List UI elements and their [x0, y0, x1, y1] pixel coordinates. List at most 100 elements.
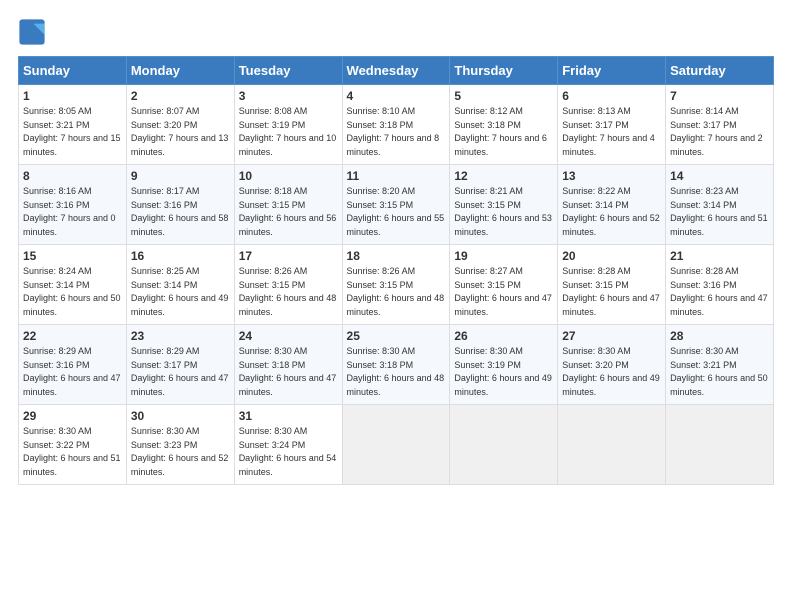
calendar-table: SundayMondayTuesdayWednesdayThursdayFrid…	[18, 56, 774, 485]
day-number: 23	[131, 329, 230, 343]
col-header-sunday: Sunday	[19, 57, 127, 85]
day-info: Sunrise: 8:13 AM Sunset: 3:17 PM Dayligh…	[562, 105, 661, 159]
day-number: 10	[239, 169, 338, 183]
day-info: Sunrise: 8:30 AM Sunset: 3:21 PM Dayligh…	[670, 345, 769, 399]
day-cell: 24 Sunrise: 8:30 AM Sunset: 3:18 PM Dayl…	[234, 325, 342, 405]
col-header-saturday: Saturday	[666, 57, 774, 85]
day-cell: 1 Sunrise: 8:05 AM Sunset: 3:21 PM Dayli…	[19, 85, 127, 165]
day-number: 26	[454, 329, 553, 343]
day-number: 13	[562, 169, 661, 183]
day-number: 1	[23, 89, 122, 103]
day-info: Sunrise: 8:26 AM Sunset: 3:15 PM Dayligh…	[239, 265, 338, 319]
day-info: Sunrise: 8:30 AM Sunset: 3:18 PM Dayligh…	[239, 345, 338, 399]
day-number: 18	[347, 249, 446, 263]
week-row-1: 1 Sunrise: 8:05 AM Sunset: 3:21 PM Dayli…	[19, 85, 774, 165]
day-number: 24	[239, 329, 338, 343]
day-info: Sunrise: 8:20 AM Sunset: 3:15 PM Dayligh…	[347, 185, 446, 239]
day-cell: 10 Sunrise: 8:18 AM Sunset: 3:15 PM Dayl…	[234, 165, 342, 245]
day-number: 19	[454, 249, 553, 263]
day-cell	[450, 405, 558, 485]
week-row-3: 15 Sunrise: 8:24 AM Sunset: 3:14 PM Dayl…	[19, 245, 774, 325]
day-number: 17	[239, 249, 338, 263]
day-number: 2	[131, 89, 230, 103]
day-cell: 27 Sunrise: 8:30 AM Sunset: 3:20 PM Dayl…	[558, 325, 666, 405]
day-cell: 2 Sunrise: 8:07 AM Sunset: 3:20 PM Dayli…	[126, 85, 234, 165]
day-number: 21	[670, 249, 769, 263]
day-info: Sunrise: 8:30 AM Sunset: 3:19 PM Dayligh…	[454, 345, 553, 399]
day-number: 28	[670, 329, 769, 343]
day-number: 4	[347, 89, 446, 103]
day-cell: 17 Sunrise: 8:26 AM Sunset: 3:15 PM Dayl…	[234, 245, 342, 325]
day-info: Sunrise: 8:22 AM Sunset: 3:14 PM Dayligh…	[562, 185, 661, 239]
day-cell: 7 Sunrise: 8:14 AM Sunset: 3:17 PM Dayli…	[666, 85, 774, 165]
day-cell: 19 Sunrise: 8:27 AM Sunset: 3:15 PM Dayl…	[450, 245, 558, 325]
day-info: Sunrise: 8:23 AM Sunset: 3:14 PM Dayligh…	[670, 185, 769, 239]
day-info: Sunrise: 8:17 AM Sunset: 3:16 PM Dayligh…	[131, 185, 230, 239]
day-cell: 5 Sunrise: 8:12 AM Sunset: 3:18 PM Dayli…	[450, 85, 558, 165]
day-cell: 18 Sunrise: 8:26 AM Sunset: 3:15 PM Dayl…	[342, 245, 450, 325]
col-header-monday: Monday	[126, 57, 234, 85]
day-cell: 25 Sunrise: 8:30 AM Sunset: 3:18 PM Dayl…	[342, 325, 450, 405]
day-info: Sunrise: 8:25 AM Sunset: 3:14 PM Dayligh…	[131, 265, 230, 319]
day-number: 22	[23, 329, 122, 343]
day-info: Sunrise: 8:26 AM Sunset: 3:15 PM Dayligh…	[347, 265, 446, 319]
day-info: Sunrise: 8:30 AM Sunset: 3:24 PM Dayligh…	[239, 425, 338, 479]
day-number: 6	[562, 89, 661, 103]
day-info: Sunrise: 8:29 AM Sunset: 3:16 PM Dayligh…	[23, 345, 122, 399]
day-info: Sunrise: 8:16 AM Sunset: 3:16 PM Dayligh…	[23, 185, 122, 239]
day-info: Sunrise: 8:24 AM Sunset: 3:14 PM Dayligh…	[23, 265, 122, 319]
day-info: Sunrise: 8:21 AM Sunset: 3:15 PM Dayligh…	[454, 185, 553, 239]
day-cell: 4 Sunrise: 8:10 AM Sunset: 3:18 PM Dayli…	[342, 85, 450, 165]
day-info: Sunrise: 8:12 AM Sunset: 3:18 PM Dayligh…	[454, 105, 553, 159]
day-cell: 16 Sunrise: 8:25 AM Sunset: 3:14 PM Dayl…	[126, 245, 234, 325]
day-cell: 3 Sunrise: 8:08 AM Sunset: 3:19 PM Dayli…	[234, 85, 342, 165]
day-info: Sunrise: 8:30 AM Sunset: 3:18 PM Dayligh…	[347, 345, 446, 399]
day-number: 29	[23, 409, 122, 423]
day-cell: 21 Sunrise: 8:28 AM Sunset: 3:16 PM Dayl…	[666, 245, 774, 325]
day-info: Sunrise: 8:28 AM Sunset: 3:16 PM Dayligh…	[670, 265, 769, 319]
day-number: 16	[131, 249, 230, 263]
day-cell: 22 Sunrise: 8:29 AM Sunset: 3:16 PM Dayl…	[19, 325, 127, 405]
day-cell: 23 Sunrise: 8:29 AM Sunset: 3:17 PM Dayl…	[126, 325, 234, 405]
day-info: Sunrise: 8:05 AM Sunset: 3:21 PM Dayligh…	[23, 105, 122, 159]
day-number: 14	[670, 169, 769, 183]
day-info: Sunrise: 8:30 AM Sunset: 3:22 PM Dayligh…	[23, 425, 122, 479]
day-number: 12	[454, 169, 553, 183]
day-info: Sunrise: 8:28 AM Sunset: 3:15 PM Dayligh…	[562, 265, 661, 319]
day-cell: 20 Sunrise: 8:28 AM Sunset: 3:15 PM Dayl…	[558, 245, 666, 325]
day-info: Sunrise: 8:27 AM Sunset: 3:15 PM Dayligh…	[454, 265, 553, 319]
day-cell: 9 Sunrise: 8:17 AM Sunset: 3:16 PM Dayli…	[126, 165, 234, 245]
day-cell	[342, 405, 450, 485]
day-cell: 15 Sunrise: 8:24 AM Sunset: 3:14 PM Dayl…	[19, 245, 127, 325]
day-number: 15	[23, 249, 122, 263]
day-info: Sunrise: 8:29 AM Sunset: 3:17 PM Dayligh…	[131, 345, 230, 399]
day-info: Sunrise: 8:30 AM Sunset: 3:20 PM Dayligh…	[562, 345, 661, 399]
day-cell: 8 Sunrise: 8:16 AM Sunset: 3:16 PM Dayli…	[19, 165, 127, 245]
day-number: 11	[347, 169, 446, 183]
day-cell: 12 Sunrise: 8:21 AM Sunset: 3:15 PM Dayl…	[450, 165, 558, 245]
day-number: 5	[454, 89, 553, 103]
col-header-wednesday: Wednesday	[342, 57, 450, 85]
day-cell: 26 Sunrise: 8:30 AM Sunset: 3:19 PM Dayl…	[450, 325, 558, 405]
week-row-5: 29 Sunrise: 8:30 AM Sunset: 3:22 PM Dayl…	[19, 405, 774, 485]
day-cell: 13 Sunrise: 8:22 AM Sunset: 3:14 PM Dayl…	[558, 165, 666, 245]
header	[18, 18, 774, 46]
day-number: 30	[131, 409, 230, 423]
day-info: Sunrise: 8:10 AM Sunset: 3:18 PM Dayligh…	[347, 105, 446, 159]
day-cell: 30 Sunrise: 8:30 AM Sunset: 3:23 PM Dayl…	[126, 405, 234, 485]
header-row: SundayMondayTuesdayWednesdayThursdayFrid…	[19, 57, 774, 85]
day-info: Sunrise: 8:18 AM Sunset: 3:15 PM Dayligh…	[239, 185, 338, 239]
day-cell: 6 Sunrise: 8:13 AM Sunset: 3:17 PM Dayli…	[558, 85, 666, 165]
day-number: 3	[239, 89, 338, 103]
week-row-2: 8 Sunrise: 8:16 AM Sunset: 3:16 PM Dayli…	[19, 165, 774, 245]
day-info: Sunrise: 8:30 AM Sunset: 3:23 PM Dayligh…	[131, 425, 230, 479]
logo-icon	[18, 18, 46, 46]
day-cell: 29 Sunrise: 8:30 AM Sunset: 3:22 PM Dayl…	[19, 405, 127, 485]
logo	[18, 18, 50, 46]
day-cell: 28 Sunrise: 8:30 AM Sunset: 3:21 PM Dayl…	[666, 325, 774, 405]
day-number: 31	[239, 409, 338, 423]
col-header-friday: Friday	[558, 57, 666, 85]
day-number: 27	[562, 329, 661, 343]
day-number: 25	[347, 329, 446, 343]
day-number: 8	[23, 169, 122, 183]
